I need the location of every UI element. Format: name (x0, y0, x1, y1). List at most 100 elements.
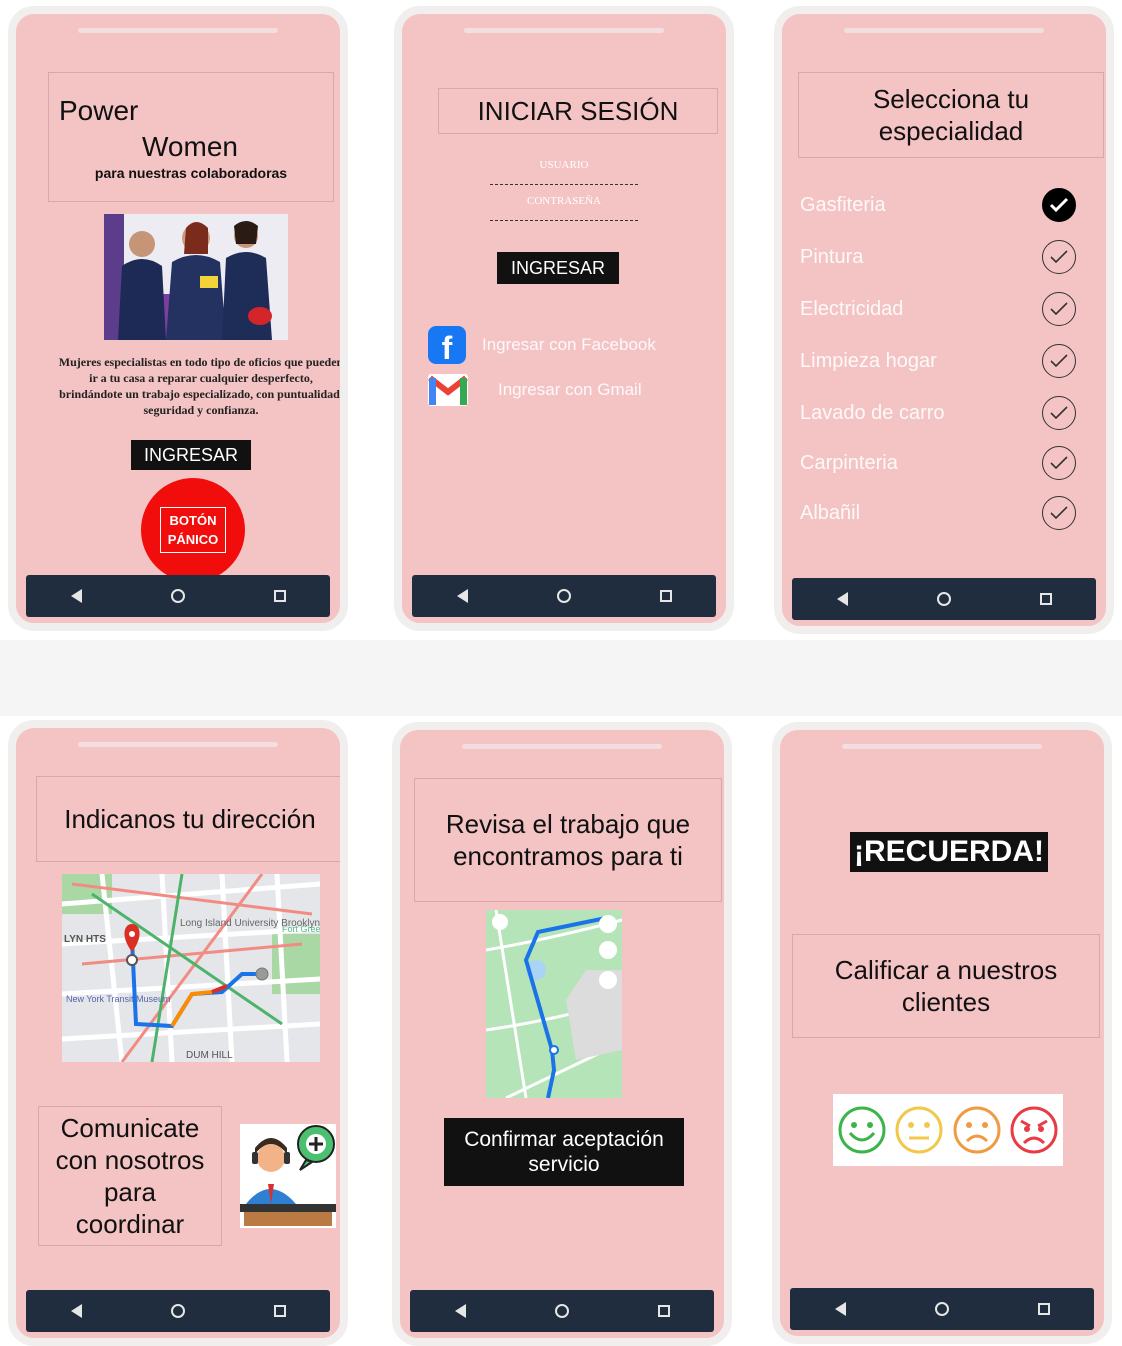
phone-job-review: Revisa el trabajo que encontramos para t… (392, 722, 732, 1346)
brand-header: Power Women para nuestras colaboradoras (48, 72, 334, 202)
specialty-option[interactable]: Albañil (800, 496, 1076, 530)
android-navbar (412, 575, 716, 617)
back-icon[interactable] (70, 589, 82, 603)
panic-label-line1: BOTÓN (169, 513, 217, 528)
address-map[interactable]: Long Island University Brooklyn LYN HTS … (62, 874, 320, 1062)
ingresar-button[interactable]: INGRESAR (131, 440, 251, 470)
specialty-title-box: Selecciona tu especialidad (798, 72, 1104, 158)
speaker (78, 28, 278, 33)
home-icon[interactable] (556, 589, 571, 603)
recent-apps-icon[interactable] (1037, 1303, 1050, 1315)
recent-apps-icon[interactable] (273, 1305, 286, 1317)
home-icon[interactable] (554, 1304, 569, 1318)
confirm-service-button[interactable]: Confirmar aceptación servicio (444, 1118, 684, 1186)
check-circle-icon[interactable] (1042, 240, 1076, 274)
very-happy-face-icon[interactable] (837, 1105, 887, 1155)
specialty-label: Pintura (800, 245, 864, 268)
login-title: INICIAR SESIÓN (477, 95, 679, 126)
contact-text: Comunicate con nosotros para coordinar (55, 1113, 205, 1239)
back-icon[interactable] (454, 1304, 466, 1318)
facebook-login-label: Ingresar con Facebook (482, 335, 656, 354)
agent-illustration (240, 1125, 336, 1226)
check-circle-icon[interactable] (1042, 396, 1076, 430)
home-icon[interactable] (170, 1304, 185, 1318)
android-navbar (26, 1290, 330, 1332)
speaker (78, 742, 278, 747)
recent-apps-icon[interactable] (657, 1305, 670, 1317)
android-navbar (792, 578, 1096, 620)
reminder-banner: ¡RECUERDA! (850, 832, 1048, 872)
specialty-label: Lavado de carro (800, 401, 945, 424)
panic-label-line2: PÁNICO (167, 532, 219, 547)
specialty-option[interactable]: Carpinteria (800, 446, 1076, 480)
username-field[interactable]: USUARIO (490, 154, 638, 185)
gmail-icon (428, 374, 468, 406)
phone-rating: ¡RECUERDA! Calificar a nuestros clientes (772, 722, 1112, 1344)
brand-subtitle: para nuestras colaboradoras (94, 165, 288, 181)
recent-apps-icon[interactable] (659, 590, 672, 602)
brand-title-power: Power (59, 95, 139, 126)
gmail-login-label: Ingresar con Gmail (498, 380, 642, 399)
team-photo (104, 214, 288, 340)
workers-illustration (104, 214, 272, 340)
gmail-login[interactable]: Ingresar con Gmail (428, 374, 642, 406)
neutral-face-icon[interactable] (894, 1105, 944, 1155)
ingresar-button[interactable]: INGRESAR (497, 252, 619, 284)
specialty-option[interactable]: Electricidad (800, 292, 1076, 326)
back-icon[interactable] (456, 589, 468, 603)
home-icon[interactable] (934, 1302, 949, 1316)
job-route-map[interactable] (486, 910, 622, 1098)
specialty-option[interactable]: Gasfiteria (800, 188, 1076, 222)
home-icon[interactable] (936, 592, 951, 606)
check-circle-icon[interactable] (1042, 446, 1076, 480)
back-icon[interactable] (834, 1302, 846, 1316)
map-label-heights: LYN HTS (64, 934, 106, 945)
angry-face-icon[interactable] (1009, 1105, 1059, 1155)
check-circle-icon[interactable] (1042, 292, 1076, 326)
contact-text-box: Comunicate con nosotros para coordinar (38, 1106, 222, 1246)
specialty-title: Selecciona tu especialidad (872, 84, 1030, 146)
phone-specialty: Selecciona tu especialidad Gasfiteria Pin… (774, 6, 1114, 634)
specialty-label: Gasfiteria (800, 193, 886, 216)
address-title: Indicanos tu dirección (64, 803, 316, 834)
check-circle-icon[interactable] (1042, 344, 1076, 378)
sad-face-icon[interactable] (952, 1105, 1002, 1155)
rate-text: Calificar a nuestros clientes (834, 955, 1058, 1017)
specialty-option[interactable]: Lavado de carro (800, 396, 1076, 430)
confirm-service-label: Confirmar aceptación servicio (464, 1128, 664, 1176)
panic-button[interactable]: BOTÓN PÁNICO (141, 478, 245, 582)
phone-login: INICIAR SESIÓN USUARIO CONTRASEÑA INGRES… (394, 6, 734, 631)
android-navbar (790, 1288, 1094, 1330)
recent-apps-icon[interactable] (1039, 593, 1052, 605)
brand-title-women: Women (142, 131, 238, 162)
route-map (486, 910, 622, 1098)
check-circle-icon[interactable] (1042, 496, 1076, 530)
specialty-label: Limpieza hogar (800, 349, 937, 372)
review-title-box: Revisa el trabajo que encontramos para t… (414, 778, 722, 902)
description-text: Mujeres especialistas en todo tipo de of… (58, 355, 344, 417)
android-navbar (26, 575, 330, 617)
home-icon[interactable] (170, 589, 185, 603)
map-label-dumbo: DUM HILL (186, 1050, 233, 1061)
specialty-label: Albañil (800, 501, 861, 524)
facebook-login[interactable]: f Ingresar con Facebook (428, 326, 656, 364)
rate-text-box: Calificar a nuestros clientes (792, 934, 1100, 1038)
recent-apps-icon[interactable] (273, 590, 286, 602)
specialty-option[interactable]: Limpieza hogar (800, 344, 1076, 378)
map-label-museum: New York Transit Museum (66, 994, 171, 1004)
support-agent-icon[interactable] (240, 1124, 336, 1228)
android-navbar (410, 1290, 714, 1332)
phone-welcome: Power Women para nuestras colaboradoras … (8, 6, 348, 631)
back-icon[interactable] (836, 592, 848, 606)
username-placeholder: USUARIO (539, 159, 589, 171)
specialty-label: Electricidad (800, 297, 904, 320)
speaker (844, 28, 1044, 33)
map-label-fort-greene: Fort Greene (282, 924, 320, 934)
checked-circle-icon[interactable] (1042, 188, 1076, 222)
password-field[interactable]: CONTRASEÑA (490, 190, 638, 221)
specialty-option[interactable]: Pintura (800, 240, 1076, 274)
speaker (464, 28, 664, 33)
watermark-band (0, 640, 1122, 716)
back-icon[interactable] (70, 1304, 82, 1318)
password-placeholder: CONTRASEÑA (527, 195, 601, 207)
